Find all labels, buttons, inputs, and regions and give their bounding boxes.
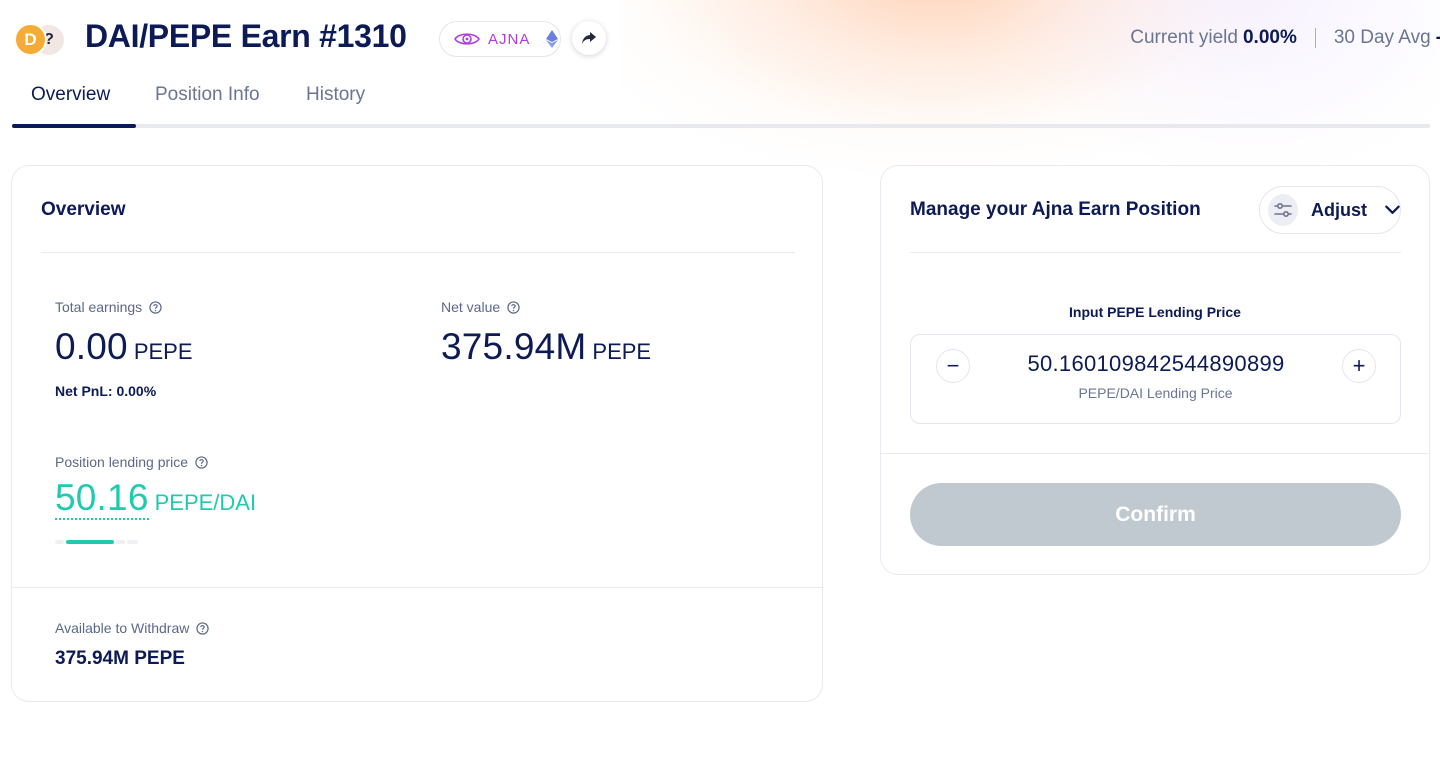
share-arrow-icon — [582, 32, 596, 44]
lending-price-input-box: − PEPE/DAI Lending Price + — [910, 334, 1401, 424]
adjust-dropdown[interactable]: Adjust — [1259, 186, 1401, 234]
avg-yield-value: - — [1436, 27, 1440, 49]
total-earnings-label-text: Total earnings — [55, 299, 143, 315]
ethereum-icon — [546, 30, 559, 48]
overview-title-divider — [41, 252, 795, 253]
protocol-badge[interactable]: AJNA — [439, 21, 561, 57]
current-yield-value: 0.00% — [1242, 27, 1297, 48]
net-value-unit: PEPE — [592, 339, 652, 364]
help-icon[interactable] — [149, 300, 162, 314]
increase-price-button[interactable]: + — [1342, 349, 1376, 383]
dai-token-icon: D — [14, 23, 47, 56]
lending-price-range-bar — [55, 540, 139, 544]
confirm-divider — [881, 453, 1429, 454]
tab-bar: Overview Position Info History — [12, 82, 1430, 128]
range-segment — [127, 540, 138, 544]
page-title: DAI/PEPE Earn #1310 — [85, 18, 407, 54]
yield-separator — [1314, 28, 1316, 48]
total-earnings-value: 0.00 PEPE — [55, 326, 193, 368]
manage-card-title: Manage your Ajna Earn Position — [910, 199, 1201, 220]
token-pair-icons: D ? — [14, 22, 66, 58]
decrease-price-button[interactable]: − — [936, 349, 970, 383]
withdraw-divider — [12, 587, 822, 588]
net-value-value: 375.94M PEPE — [441, 326, 651, 368]
available-withdraw-value: 375.94M PEPE — [55, 648, 185, 669]
net-pnl: Net PnL: 0.00% — [55, 383, 157, 399]
share-button[interactable] — [572, 21, 606, 55]
available-withdraw-label: Available to Withdraw — [55, 620, 210, 636]
tab-history[interactable]: History — [306, 82, 365, 124]
lending-price-label-text: Position lending price — [55, 454, 189, 470]
current-yield-label: Current yield — [1130, 27, 1238, 48]
help-icon[interactable] — [196, 621, 210, 635]
tab-position-info[interactable]: Position Info — [155, 82, 260, 124]
yield-summary: Current yield 0.00% 30 Day Avg - — [1130, 27, 1440, 49]
lending-price-amount[interactable]: 50.16 — [55, 478, 149, 520]
tab-overview[interactable]: Overview — [31, 82, 110, 124]
lending-price-label: Position lending price — [55, 454, 208, 470]
tab-baseline — [12, 124, 1430, 128]
net-value-label-text: Net value — [441, 299, 501, 315]
protocol-name: AJNA — [488, 30, 531, 48]
range-segment — [116, 540, 125, 544]
net-value-label: Net value — [441, 299, 520, 315]
adjust-label: Adjust — [1311, 199, 1367, 220]
lending-price-input-label: Input PEPE Lending Price — [1069, 304, 1241, 320]
lending-price-input[interactable] — [971, 351, 1341, 377]
overview-card-title: Overview — [41, 199, 126, 220]
sliders-icon — [1268, 194, 1298, 226]
ajna-eye-icon — [454, 33, 480, 45]
confirm-button[interactable]: Confirm — [910, 483, 1401, 546]
active-tab-indicator — [12, 124, 136, 128]
total-earnings-amount: 0.00 — [55, 326, 128, 367]
help-icon[interactable] — [507, 300, 520, 314]
help-icon[interactable] — [195, 455, 208, 469]
lending-price-value: 50.16 PEPE/DAI — [55, 478, 256, 520]
range-segment-active — [66, 540, 114, 544]
manage-position-card: Manage your Ajna Earn Position Adjust In… — [880, 165, 1430, 575]
manage-title-divider — [910, 252, 1401, 253]
lending-price-input-sublabel: PEPE/DAI Lending Price — [1078, 385, 1233, 401]
total-earnings-unit: PEPE — [133, 339, 193, 364]
avg-yield-label: 30 Day Avg — [1333, 27, 1431, 48]
available-withdraw-label-text: Available to Withdraw — [55, 620, 190, 636]
chevron-down-icon — [1385, 205, 1400, 214]
overview-card: Overview Total earnings 0.00 PEPE Net Pn… — [11, 165, 823, 702]
page-header: D ? DAI/PEPE Earn #1310 AJNA Current yie… — [12, 0, 1440, 80]
net-value-amount: 375.94M — [441, 326, 587, 367]
range-segment — [55, 540, 64, 544]
lending-price-unit: PEPE/DAI — [154, 490, 257, 515]
total-earnings-label: Total earnings — [55, 299, 162, 315]
